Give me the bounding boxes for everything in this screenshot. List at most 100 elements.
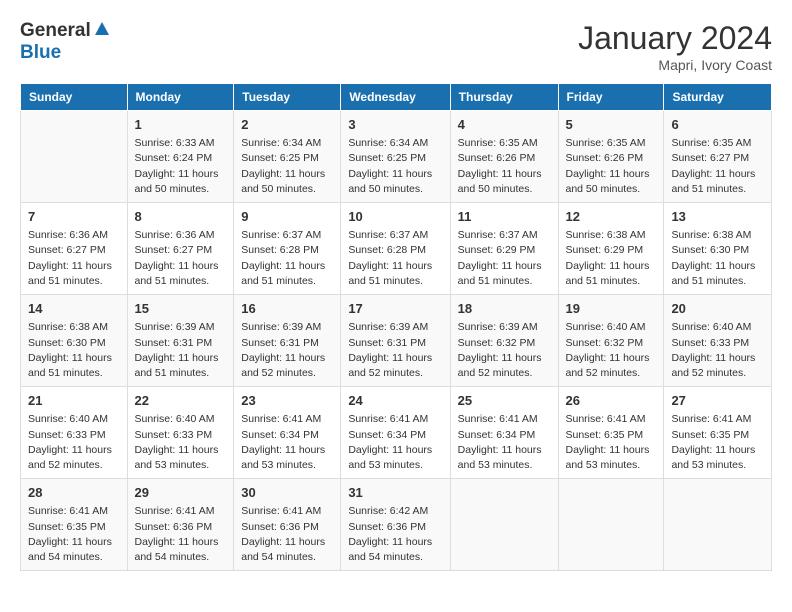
day-info: Sunrise: 6:42 AMSunset: 6:36 PMDaylight:…	[348, 504, 442, 565]
day-number: 31	[348, 484, 442, 502]
calendar-cell: 8 Sunrise: 6:36 AMSunset: 6:27 PMDaylight…	[127, 203, 234, 295]
logo-general-text: General	[20, 20, 91, 42]
day-info: Sunrise: 6:34 AMSunset: 6:25 PMDaylight:…	[241, 136, 333, 197]
day-info: Sunrise: 6:34 AMSunset: 6:25 PMDaylight:…	[348, 136, 442, 197]
day-number: 16	[241, 300, 333, 318]
page-header: General Blue January 2024 Mapri, Ivory C…	[20, 20, 772, 73]
location-title: Mapri, Ivory Coast	[578, 57, 772, 73]
day-number: 9	[241, 208, 333, 226]
calendar-cell: 6Sunrise: 6:35 AMSunset: 6:27 PMDaylight…	[664, 111, 772, 203]
day-info: Sunrise: 6:37 AMSunset: 6:28 PMDaylight:…	[241, 228, 333, 289]
calendar-body: 1 Sunrise: 6:33 AMSunset: 6:24 PMDaylight…	[21, 111, 772, 571]
day-info: Sunrise: 6:38 AMSunset: 6:30 PMDaylight:…	[671, 228, 764, 289]
day-number: 23	[241, 392, 333, 410]
calendar-cell: 5 Sunrise: 6:35 AMSunset: 6:26 PMDaylight…	[558, 111, 664, 203]
day-info: Sunrise: 6:37 AMSunset: 6:29 PMDaylight:…	[458, 228, 551, 289]
day-number: 8	[135, 208, 227, 226]
calendar-table: SundayMondayTuesdayWednesdayThursdayFrid…	[20, 83, 772, 571]
day-number: 27	[671, 392, 764, 410]
day-number: 14	[28, 300, 120, 318]
day-info: Sunrise: 6:40 AMSunset: 6:33 PMDaylight:…	[28, 412, 120, 473]
calendar-cell: 10Sunrise: 6:37 AMSunset: 6:28 PMDayligh…	[341, 203, 450, 295]
calendar-cell: 30 Sunrise: 6:41 AMSunset: 6:36 PMDayligh…	[234, 479, 341, 571]
logo: General Blue	[20, 20, 110, 64]
calendar-row: 21 Sunrise: 6:40 AMSunset: 6:33 PMDayligh…	[21, 387, 772, 479]
day-info: Sunrise: 6:37 AMSunset: 6:28 PMDaylight:…	[348, 228, 442, 289]
day-info: Sunrise: 6:35 AMSunset: 6:26 PMDaylight:…	[458, 136, 551, 197]
calendar-cell: 22 Sunrise: 6:40 AMSunset: 6:33 PMDayligh…	[127, 387, 234, 479]
day-info: Sunrise: 6:41 AMSunset: 6:35 PMDaylight:…	[566, 412, 657, 473]
day-info: Sunrise: 6:35 AMSunset: 6:27 PMDaylight:…	[671, 136, 764, 197]
calendar-cell: 4Sunrise: 6:35 AMSunset: 6:26 PMDaylight…	[450, 111, 558, 203]
calendar-cell: 2 Sunrise: 6:34 AMSunset: 6:25 PMDaylight…	[234, 111, 341, 203]
calendar-cell: 20Sunrise: 6:40 AMSunset: 6:33 PMDayligh…	[664, 295, 772, 387]
day-number: 28	[28, 484, 120, 502]
day-info: Sunrise: 6:33 AMSunset: 6:24 PMDaylight:…	[135, 136, 227, 197]
day-info: Sunrise: 6:35 AMSunset: 6:26 PMDaylight:…	[566, 136, 657, 197]
day-number: 24	[348, 392, 442, 410]
day-number: 25	[458, 392, 551, 410]
day-info: Sunrise: 6:36 AMSunset: 6:27 PMDaylight:…	[28, 228, 120, 289]
calendar-cell: 15 Sunrise: 6:39 AMSunset: 6:31 PMDayligh…	[127, 295, 234, 387]
day-number: 7	[28, 208, 120, 226]
day-info: Sunrise: 6:40 AMSunset: 6:32 PMDaylight:…	[566, 320, 657, 381]
day-info: Sunrise: 6:39 AMSunset: 6:31 PMDaylight:…	[241, 320, 333, 381]
calendar-cell: 9 Sunrise: 6:37 AMSunset: 6:28 PMDaylight…	[234, 203, 341, 295]
calendar-cell: 24 Sunrise: 6:41 AMSunset: 6:34 PMDayligh…	[341, 387, 450, 479]
day-info: Sunrise: 6:38 AMSunset: 6:30 PMDaylight:…	[28, 320, 120, 381]
day-info: Sunrise: 6:41 AMSunset: 6:35 PMDaylight:…	[28, 504, 120, 565]
day-info: Sunrise: 6:38 AMSunset: 6:29 PMDaylight:…	[566, 228, 657, 289]
day-number: 30	[241, 484, 333, 502]
day-number: 1	[135, 116, 227, 134]
calendar-row: 14 Sunrise: 6:38 AMSunset: 6:30 PMDayligh…	[21, 295, 772, 387]
calendar-cell: 25 Sunrise: 6:41 AMSunset: 6:34 PMDayligh…	[450, 387, 558, 479]
calendar-cell	[450, 479, 558, 571]
calendar-cell: 14 Sunrise: 6:38 AMSunset: 6:30 PMDayligh…	[21, 295, 128, 387]
calendar-cell	[664, 479, 772, 571]
day-number: 18	[458, 300, 551, 318]
calendar-cell	[558, 479, 664, 571]
weekday-header-sunday: Sunday	[21, 84, 128, 111]
day-info: Sunrise: 6:41 AMSunset: 6:34 PMDaylight:…	[348, 412, 442, 473]
calendar-cell: 23 Sunrise: 6:41 AMSunset: 6:34 PMDayligh…	[234, 387, 341, 479]
logo-blue-text: Blue	[20, 42, 61, 63]
calendar-header: SundayMondayTuesdayWednesdayThursdayFrid…	[21, 84, 772, 111]
day-number: 3	[348, 116, 442, 134]
day-info: Sunrise: 6:39 AMSunset: 6:31 PMDaylight:…	[135, 320, 227, 381]
weekday-header-monday: Monday	[127, 84, 234, 111]
calendar-cell: 27 Sunrise: 6:41 AMSunset: 6:35 PMDayligh…	[664, 387, 772, 479]
calendar-cell: 11Sunrise: 6:37 AMSunset: 6:29 PMDayligh…	[450, 203, 558, 295]
day-info: Sunrise: 6:41 AMSunset: 6:34 PMDaylight:…	[458, 412, 551, 473]
calendar-cell: 1 Sunrise: 6:33 AMSunset: 6:24 PMDaylight…	[127, 111, 234, 203]
day-info: Sunrise: 6:40 AMSunset: 6:33 PMDaylight:…	[671, 320, 764, 381]
day-number: 15	[135, 300, 227, 318]
title-section: January 2024 Mapri, Ivory Coast	[578, 20, 772, 73]
weekday-header-saturday: Saturday	[664, 84, 772, 111]
day-number: 21	[28, 392, 120, 410]
day-info: Sunrise: 6:36 AMSunset: 6:27 PMDaylight:…	[135, 228, 227, 289]
day-number: 5	[566, 116, 657, 134]
day-info: Sunrise: 6:39 AMSunset: 6:31 PMDaylight:…	[348, 320, 442, 381]
calendar-row: 28 Sunrise: 6:41 AMSunset: 6:35 PMDayligh…	[21, 479, 772, 571]
calendar-cell: 21 Sunrise: 6:40 AMSunset: 6:33 PMDayligh…	[21, 387, 128, 479]
calendar-cell: 29 Sunrise: 6:41 AMSunset: 6:36 PMDayligh…	[127, 479, 234, 571]
calendar-cell: 19Sunrise: 6:40 AMSunset: 6:32 PMDayligh…	[558, 295, 664, 387]
day-info: Sunrise: 6:41 AMSunset: 6:34 PMDaylight:…	[241, 412, 333, 473]
day-info: Sunrise: 6:39 AMSunset: 6:32 PMDaylight:…	[458, 320, 551, 381]
calendar-cell: 18 Sunrise: 6:39 AMSunset: 6:32 PMDayligh…	[450, 295, 558, 387]
calendar-row: 7 Sunrise: 6:36 AMSunset: 6:27 PMDaylight…	[21, 203, 772, 295]
day-info: Sunrise: 6:40 AMSunset: 6:33 PMDaylight:…	[135, 412, 227, 473]
day-info: Sunrise: 6:41 AMSunset: 6:36 PMDaylight:…	[241, 504, 333, 565]
weekday-header-thursday: Thursday	[450, 84, 558, 111]
day-number: 26	[566, 392, 657, 410]
day-info: Sunrise: 6:41 AMSunset: 6:36 PMDaylight:…	[135, 504, 227, 565]
calendar-cell: 13Sunrise: 6:38 AMSunset: 6:30 PMDayligh…	[664, 203, 772, 295]
calendar-cell: 28 Sunrise: 6:41 AMSunset: 6:35 PMDayligh…	[21, 479, 128, 571]
day-number: 22	[135, 392, 227, 410]
day-number: 29	[135, 484, 227, 502]
calendar-cell: 31 Sunrise: 6:42 AMSunset: 6:36 PMDayligh…	[341, 479, 450, 571]
day-info: Sunrise: 6:41 AMSunset: 6:35 PMDaylight:…	[671, 412, 764, 473]
calendar-cell: 3 Sunrise: 6:34 AMSunset: 6:25 PMDaylight…	[341, 111, 450, 203]
calendar-cell: 17Sunrise: 6:39 AMSunset: 6:31 PMDayligh…	[341, 295, 450, 387]
day-number: 2	[241, 116, 333, 134]
